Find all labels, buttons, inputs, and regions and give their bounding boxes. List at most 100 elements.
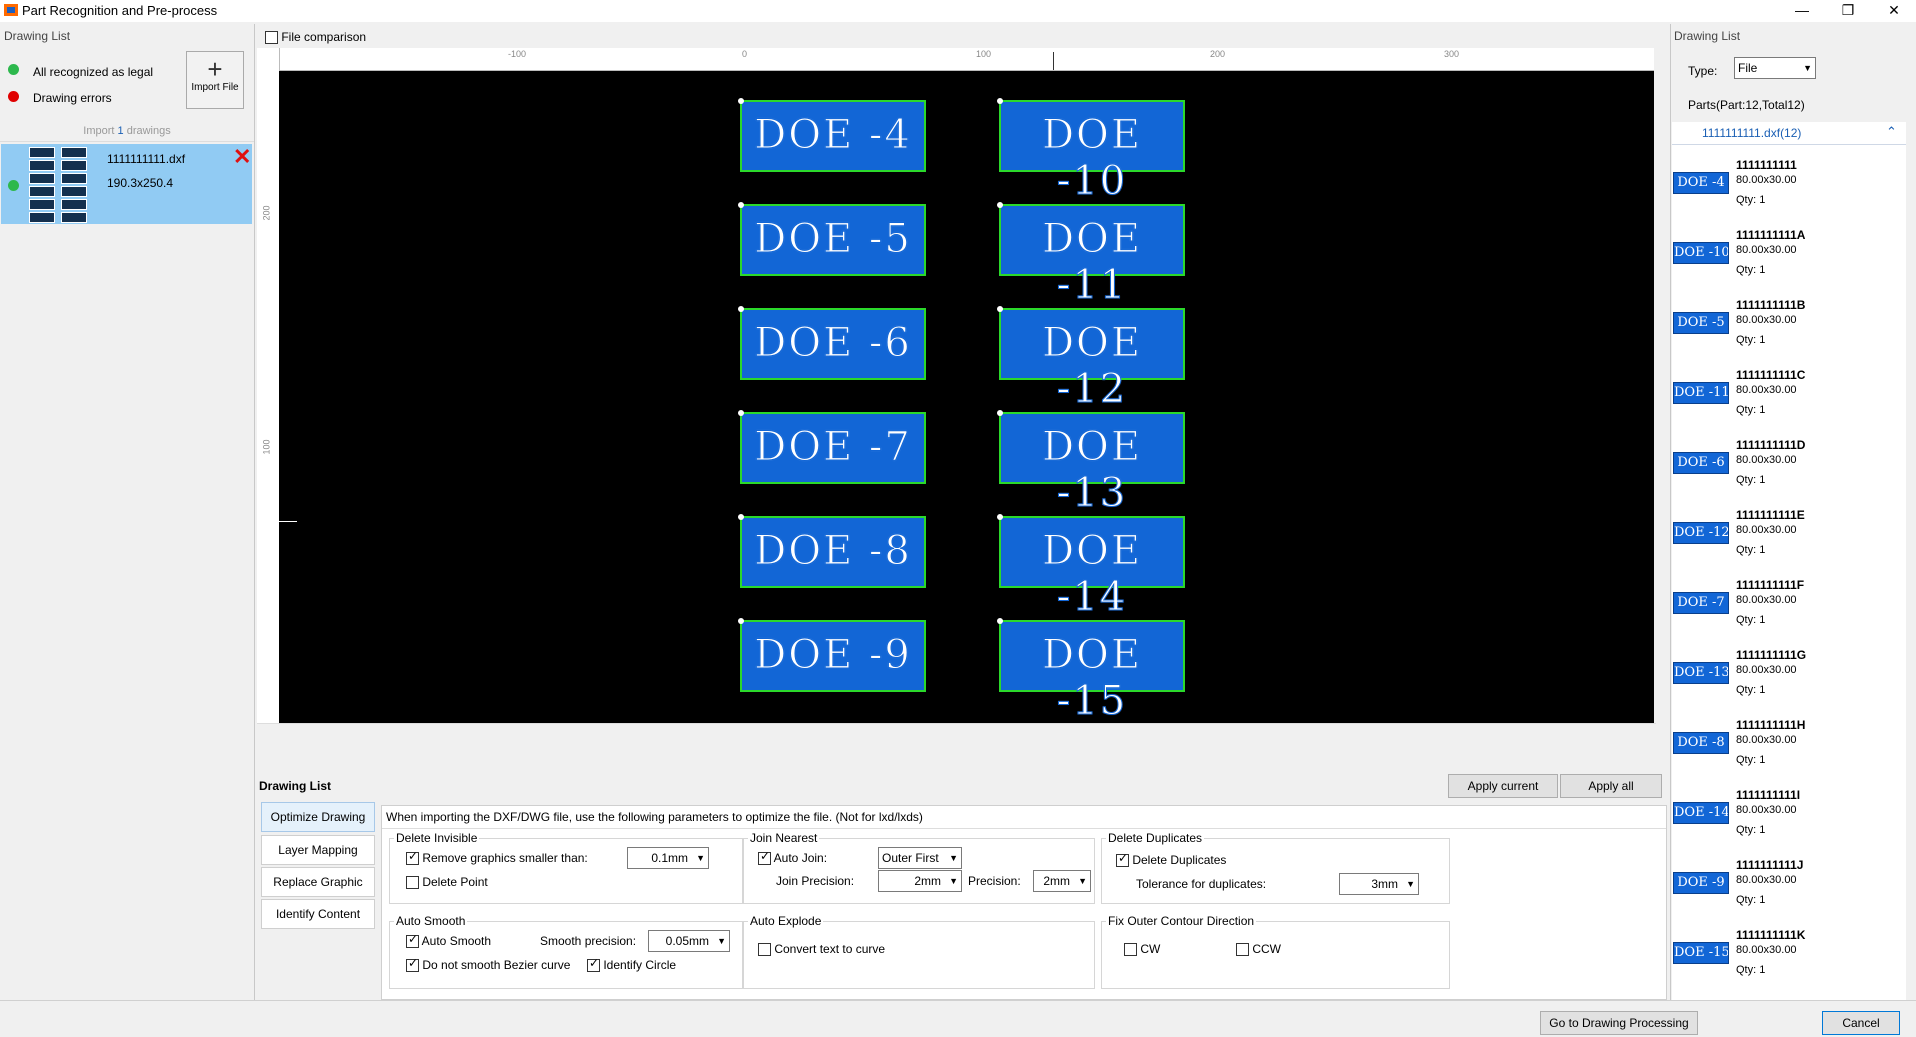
part-list-item[interactable]: DOE -10 1111111111A 80.00x30.00 Qty: 1 (1672, 228, 1912, 298)
parts-list-scrollbar[interactable] (1906, 122, 1916, 1000)
part-thumbnail: DOE -4 (1673, 172, 1729, 194)
canvas-part-label: DOE -11 (1041, 216, 1143, 309)
canvas-part[interactable]: DOE -6 (738, 306, 926, 380)
file-comparison-box[interactable] (265, 31, 278, 45)
part-list-item[interactable]: DOE -14 1111111111I 80.00x30.00 Qty: 1 (1672, 788, 1912, 858)
chevron-down-icon: ▼ (1803, 63, 1812, 73)
remove-small-graphics-checkbox[interactable]: Remove graphics smaller than: (406, 849, 588, 866)
canvas-part[interactable]: DOE -14 (997, 514, 1185, 621)
canvas-part[interactable]: DOE -12 (997, 306, 1185, 413)
tab-replace-graphic[interactable]: Replace Graphic (261, 867, 375, 897)
canvas-vertical-scrollbar[interactable] (1656, 48, 1667, 723)
auto-join-box[interactable] (758, 849, 771, 866)
delete-file-icon[interactable]: ✕ (233, 144, 251, 170)
right-panel-title: Drawing List (1674, 29, 1741, 43)
optimize-options-panel: When importing the DXF/DWG file, use the… (381, 805, 1667, 1000)
tab-optimize-drawing[interactable]: Optimize Drawing (261, 802, 375, 832)
cw-checkbox[interactable]: CW (1124, 942, 1160, 957)
apply-current-button[interactable]: Apply current (1448, 774, 1558, 798)
chevron-down-icon: ▼ (1078, 876, 1087, 886)
canvas-part[interactable]: DOE -7 (738, 410, 926, 484)
delete-duplicates-box[interactable] (1116, 851, 1129, 868)
part-list-item[interactable]: DOE -5 1111111111B 80.00x30.00 Qty: 1 (1672, 298, 1912, 368)
import-file-button[interactable]: + Import File (186, 51, 244, 109)
legend-errors: Drawing errors (33, 91, 112, 105)
part-thumbnail: DOE -9 (1673, 872, 1729, 894)
precision-select[interactable]: 2mm ▼ (1033, 870, 1091, 892)
remove-small-graphics-select[interactable]: 0.1mm ▼ (627, 847, 709, 869)
delete-duplicates-checkbox[interactable]: Delete Duplicates (1116, 851, 1226, 868)
cancel-button[interactable]: Cancel (1822, 1011, 1900, 1035)
canvas-part-label: DOE -9 (754, 632, 912, 679)
auto-join-select[interactable]: Outer First ▼ (878, 847, 962, 869)
part-list-item[interactable]: DOE -6 1111111111D 80.00x30.00 Qty: 1 (1672, 438, 1912, 508)
chevron-up-icon[interactable]: ⌃ (1886, 124, 1897, 140)
identify-circle-checkbox[interactable]: Identify Circle (587, 956, 676, 973)
auto-smooth-checkbox[interactable]: Auto Smooth (406, 932, 491, 949)
file-comparison-checkbox[interactable]: File comparison (265, 30, 366, 45)
drawing-file-row[interactable]: 1111111111.dxf 190.3x250.4 ✕ (1, 144, 252, 224)
convert-text-box[interactable] (758, 943, 771, 957)
part-list-item[interactable]: DOE -9 1111111111J 80.00x30.00 Qty: 1 (1672, 858, 1912, 928)
cw-box[interactable] (1124, 943, 1137, 957)
no-bezier-checkbox[interactable]: Do not smooth Bezier curve (406, 956, 570, 973)
join-precision-value: 2mm (914, 874, 941, 888)
canvas-part[interactable]: DOE -4 (738, 98, 926, 172)
delete-point-box[interactable] (406, 876, 419, 890)
delete-point-checkbox[interactable]: Delete Point (406, 875, 488, 890)
canvas-part[interactable]: DOE -15 (997, 618, 1185, 725)
ruler-top-label: 100 (976, 49, 992, 59)
import-count: 1 (117, 125, 124, 137)
minimize-icon[interactable]: — (1780, 0, 1824, 22)
part-start-point-icon (997, 202, 1003, 208)
part-name: 1111111111C (1736, 368, 1806, 382)
canvas-part-label: DOE -4 (754, 112, 912, 159)
part-list-item[interactable]: DOE -13 1111111111G 80.00x30.00 Qty: 1 (1672, 648, 1912, 718)
canvas-part[interactable]: DOE -13 (997, 410, 1185, 517)
part-start-point-icon (997, 410, 1003, 416)
part-list-item[interactable]: DOE -15 1111111111K 80.00x30.00 Qty: 1 (1672, 928, 1912, 998)
tree-file-label: 1111111111.dxf(12) (1702, 126, 1802, 140)
canvas-part[interactable]: DOE -11 (997, 202, 1185, 309)
tab-layer-mapping[interactable]: Layer Mapping (261, 835, 375, 865)
canvas-part[interactable]: DOE -5 (738, 202, 926, 276)
smooth-precision-select[interactable]: 0.05mm ▼ (648, 930, 730, 952)
ccw-checkbox[interactable]: CCW (1236, 942, 1281, 957)
type-select[interactable]: File ▼ (1734, 57, 1816, 79)
go-to-drawing-processing-button[interactable]: Go to Drawing Processing (1540, 1011, 1698, 1035)
drawing-canvas[interactable]: DOE -4 DOE -10 DOE -5 DOE -11 DOE -6 DOE -12 D… (279, 71, 1654, 725)
close-icon[interactable]: ✕ (1872, 0, 1916, 22)
file-name: 1111111111.dxf (107, 152, 186, 166)
part-list-item[interactable]: DOE -11 1111111111C 80.00x30.00 Qty: 1 (1672, 368, 1912, 438)
tab-identify-content[interactable]: Identify Content (261, 899, 375, 929)
canvas-part[interactable]: DOE -10 (997, 98, 1185, 205)
restore-icon[interactable]: ❐ (1826, 0, 1870, 22)
part-qty: Qty: 1 (1736, 334, 1766, 346)
part-list-item[interactable]: DOE -7 1111111111F 80.00x30.00 Qty: 1 (1672, 578, 1912, 648)
part-list-item[interactable]: DOE -4 1111111111 80.00x30.00 Qty: 1 (1672, 158, 1912, 228)
part-list-item[interactable]: DOE -8 1111111111H 80.00x30.00 Qty: 1 (1672, 718, 1912, 788)
no-bezier-box[interactable] (406, 956, 419, 973)
canvas-part[interactable]: DOE -9 (738, 618, 926, 692)
identify-circle-box[interactable] (587, 956, 600, 973)
left-ruler: 200 100 (257, 48, 280, 723)
plus-icon: + (207, 54, 223, 84)
part-list-item[interactable]: DOE -12 1111111111E 80.00x30.00 Qty: 1 (1672, 508, 1912, 578)
join-precision-select[interactable]: 2mm ▼ (878, 870, 962, 892)
left-panel-title: Drawing List (4, 29, 71, 43)
part-size: 80.00x30.00 (1736, 314, 1797, 326)
window-title: Part Recognition and Pre-process (22, 3, 218, 18)
canvas-part[interactable]: DOE -8 (738, 514, 926, 588)
ccw-box[interactable] (1236, 943, 1249, 957)
tree-file-node[interactable]: 1111111111.dxf(12) ⌃ (1672, 122, 1916, 145)
auto-smooth-box[interactable] (406, 932, 419, 949)
delete-duplicates-title: Delete Duplicates (1106, 831, 1205, 845)
apply-all-button[interactable]: Apply all (1560, 774, 1662, 798)
convert-text-checkbox[interactable]: Convert text to curve (758, 942, 885, 957)
remove-small-graphics-box[interactable] (406, 849, 419, 866)
auto-join-checkbox[interactable]: Auto Join: (758, 849, 827, 866)
tolerance-select[interactable]: 3mm ▼ (1339, 873, 1419, 895)
part-name: 1111111111D (1736, 438, 1806, 452)
canvas-horizontal-scrollbar[interactable] (257, 723, 1656, 738)
part-name: 1111111111F (1736, 578, 1805, 592)
